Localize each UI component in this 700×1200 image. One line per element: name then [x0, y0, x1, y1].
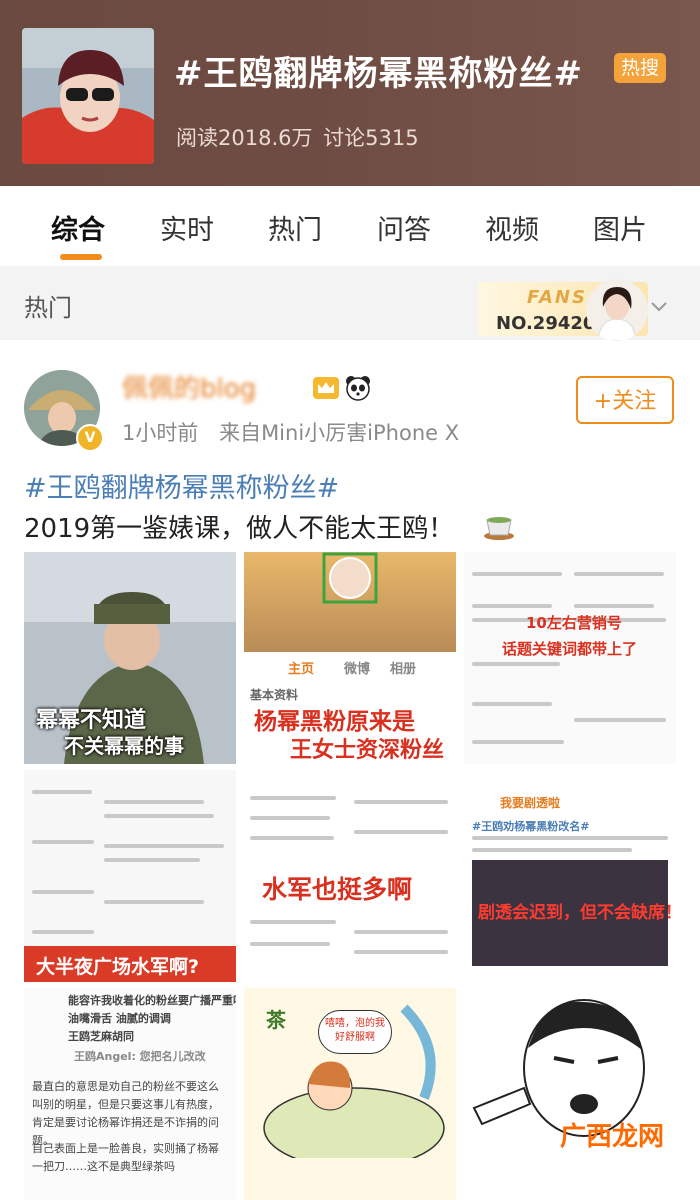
post-image-3[interactable]: 10左右营销号 话题关键词都带上了	[464, 552, 676, 764]
username[interactable]: 佩佩的blog	[122, 368, 256, 405]
post-time: 1小时前	[122, 421, 199, 445]
image-2-tab-album: 相册	[390, 662, 417, 677]
image-2-caption-1: 杨幂黑粉原来是	[254, 709, 415, 735]
active-tab-indicator	[60, 254, 102, 260]
topic-header: #王鸥翻牌杨幂黑称粉丝# 热搜 阅读2018.6万 讨论5315	[0, 0, 700, 186]
post-meta: 1小时前 来自Mini小厉害iPhone X	[122, 417, 459, 447]
image-8-bubble: 嘻嘻，泡的我好舒服啊	[318, 1010, 392, 1054]
post-image-6[interactable]: 我要剧透啦 #王鸥劝杨幂黑粉改名# 剧透会迟到，但不会缺席！	[464, 770, 676, 982]
panda-icon	[346, 376, 370, 401]
post-image-8[interactable]: 茶 嘻嘻，泡的我好舒服啊	[244, 988, 456, 1200]
topic-stats: 阅读2018.6万 讨论5315	[176, 122, 419, 152]
image-6-text: #王鸥劝杨幂黑粉改名#	[472, 820, 590, 833]
fans-label: FANS	[527, 287, 587, 308]
post-body: 2019第一鉴婊课，做人不能太王鸥！	[24, 514, 455, 544]
image-5-caption: 水军也挺多啊	[262, 875, 413, 904]
image-2-caption-2: 王女士资深粉丝	[290, 738, 445, 763]
image-2-tab-home: 主页	[288, 662, 315, 677]
image-2-section-label: 基本资料	[250, 688, 299, 702]
image-7-line-2: 油嘴滑舌 油腻的调调	[68, 1012, 171, 1025]
watermark: 广西龙网	[560, 1122, 665, 1152]
post-image-5[interactable]: 水军也挺多啊	[244, 770, 456, 982]
tab-realtime[interactable]: 实时	[133, 208, 241, 247]
follow-button[interactable]: +关注	[576, 376, 674, 424]
tea-cup-icon	[484, 517, 514, 540]
tab-comprehensive[interactable]: 综合	[24, 208, 132, 247]
image-7-line-3: 王鸥芝麻胡同	[68, 1030, 134, 1043]
image-8-tea-label: 茶	[266, 1008, 286, 1032]
crown-icon	[313, 377, 339, 399]
post-image-1[interactable]: 幂幂不知道 不关幂幂的事	[24, 552, 236, 764]
hot-badge: 热搜	[614, 53, 666, 83]
post-image-9[interactable]	[464, 988, 676, 1200]
post-image-2[interactable]: 主页 微博 相册 基本资料 杨幂黑粉原来是 王女士资深粉丝	[244, 552, 456, 764]
verified-badge-icon: V	[76, 424, 104, 452]
image-7-line-1: 能容许我收着化的粉丝要广播严重吗？	[68, 994, 236, 1007]
post-text: 2019第一鉴婊课，做人不能太王鸥！	[24, 508, 454, 545]
section-title: 热门	[24, 294, 72, 322]
post-source[interactable]: Mini小厉害iPhone X	[261, 421, 459, 445]
image-4-caption: 大半夜广场水军啊?	[36, 956, 200, 978]
image-7-line-4: 王鸥Angel: 您把名儿改改	[74, 1050, 206, 1063]
read-count: 阅读2018.6万	[176, 126, 313, 150]
image-2-tab-weibo: 微博	[344, 662, 371, 677]
post-image-4[interactable]: 大半夜广场水军啊?	[24, 770, 236, 982]
tab-qa[interactable]: 问答	[350, 208, 458, 247]
topic-cover-image[interactable]	[22, 28, 154, 164]
image-6-account: 我要剧透啦	[500, 796, 561, 810]
image-3-caption-2: 话题关键词都带上了	[502, 640, 638, 658]
post-image-7[interactable]: 能容许我收着化的粉丝要广播严重吗？ 油嘴滑舌 油腻的调调 王鸥芝麻胡同 王鸥An…	[24, 988, 236, 1200]
image-3-caption-1: 10左右营销号	[526, 614, 622, 632]
chevron-down-icon[interactable]	[650, 298, 668, 316]
image-6-caption: 剧透会迟到，但不会缺席！	[478, 903, 676, 923]
topic-title: #王鸥翻牌杨幂黑称粉丝#	[174, 54, 583, 94]
tab-hot[interactable]: 热门	[241, 208, 349, 247]
tab-images[interactable]: 图片	[566, 208, 674, 247]
tab-video[interactable]: 视频	[458, 208, 566, 247]
fans-avatar	[586, 279, 648, 341]
discussion-count: 讨论5315	[323, 126, 419, 150]
post-hashtag[interactable]: #王鸥翻牌杨幂黑称粉丝#	[24, 466, 339, 505]
image-1-caption-2: 不关幂幂的事	[64, 734, 184, 758]
tab-bar: 综合 实时 热门 问答 视频 图片	[0, 186, 700, 267]
image-7-para-2: 自己表面上是一脸善良，实则捅了杨幂一把刀……这不是典型绿茶吗	[32, 1142, 219, 1173]
post-source-prefix: 来自	[219, 421, 262, 445]
